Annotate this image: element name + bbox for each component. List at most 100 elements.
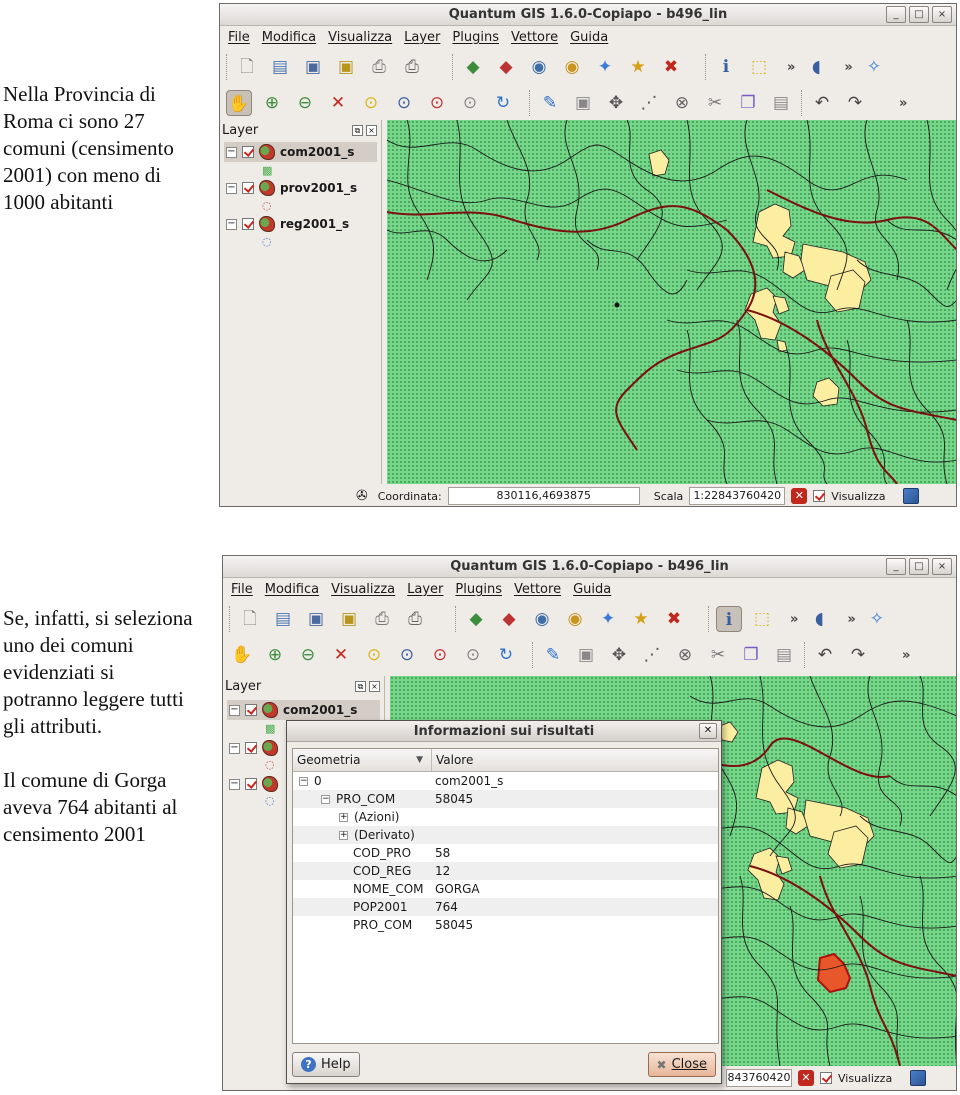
tree-row[interactable]: + (Derivato) [293,826,718,844]
zoom-layer-icon[interactable]: ⊙ [394,642,420,668]
column-header-value[interactable]: Valore [432,749,473,771]
cut-icon[interactable]: ✂ [705,642,731,668]
add-raster-layer-icon[interactable]: ◆ [496,606,522,632]
minimize-button[interactable]: _ [886,558,906,575]
projection-icon[interactable] [903,488,920,504]
zoom-selection-icon[interactable]: ⊙ [358,90,384,116]
zoom-layer-icon[interactable]: ⊙ [391,90,417,116]
tree-row[interactable]: NOME_COM GORGA [293,880,718,898]
add-spatialite-icon[interactable]: ◉ [559,54,585,80]
title-bar[interactable]: Quantum GIS 1.6.0-Copiapo - b496_lin _ □… [220,4,956,26]
collapse-icon[interactable]: − [229,742,240,754]
toolbar-overflow[interactable]: » [899,96,907,111]
menu-visualizza[interactable]: Visualizza [331,582,395,597]
collapse-icon[interactable]: − [229,704,240,716]
node-tool-icon[interactable]: ⋰ [639,642,665,668]
zoom-in-icon[interactable]: ⊕ [262,642,288,668]
tree-row[interactable]: − PRO_COM 58045 [293,790,718,808]
layer-visible-checkbox[interactable] [242,218,254,230]
layer-item-com2001[interactable]: − com2001_s [227,700,380,720]
stop-render-icon[interactable]: ✕ [798,1070,814,1086]
close-panel-icon[interactable]: × [369,680,380,692]
undo-icon[interactable]: ↶ [809,90,835,116]
tree-row[interactable]: COD_REG 12 [293,862,718,880]
menu-plugins[interactable]: Plugins [455,582,502,597]
menu-guida[interactable]: Guida [573,582,611,597]
save-project-icon[interactable]: ▣ [300,54,326,80]
maximize-button[interactable]: □ [909,6,929,23]
toolbar-overflow[interactable]: » [787,60,795,75]
layer-visible-checkbox[interactable] [245,742,257,754]
minimize-button[interactable]: _ [886,6,906,23]
zoom-out-icon[interactable]: ⊖ [295,642,321,668]
new-project-icon[interactable]: 🗋 [237,606,263,632]
layer-visible-checkbox[interactable] [245,778,257,790]
add-wms-icon[interactable]: ✦ [595,606,621,632]
remove-layer-icon[interactable]: ✖ [658,54,684,80]
scale-field[interactable]: 843760420 [726,1069,792,1087]
add-wms-icon[interactable]: ✦ [592,54,618,80]
menu-layer[interactable]: Layer [407,582,443,597]
dialog-title[interactable]: Informazioni sui risultati [287,721,721,742]
close-window-button[interactable]: × [932,6,952,23]
plugin-icon[interactable]: ✧ [864,606,890,632]
open-project-icon[interactable]: ▤ [267,54,293,80]
undock-icon[interactable]: ⧉ [352,124,363,136]
collapse-icon[interactable]: − [226,182,237,194]
expand-icon[interactable]: + [339,812,348,822]
collapse-icon[interactable]: − [299,776,308,786]
coordinate-field[interactable]: 830116,4693875 [447,487,640,505]
identify-features-icon[interactable]: ℹ [716,606,742,632]
refresh-icon[interactable]: ↻ [490,90,516,116]
layer-item-prov2001[interactable]: − [229,738,278,758]
menu-visualizza[interactable]: Visualizza [328,30,392,45]
undo-icon[interactable]: ↶ [812,642,838,668]
paste-icon[interactable]: ▤ [771,642,797,668]
add-vector-layer-icon[interactable]: ◆ [460,54,486,80]
tree-row[interactable]: POP2001 764 [293,898,718,916]
add-vector-layer-icon[interactable]: ◆ [463,606,489,632]
dialog-close-icon[interactable]: ✕ [699,723,717,739]
save-edits-icon[interactable]: ▣ [573,642,599,668]
stop-render-icon[interactable]: ✕ [791,488,808,504]
delete-selected-icon[interactable]: ⊗ [672,642,698,668]
add-postgis-icon[interactable]: ◉ [526,54,552,80]
render-checkbox[interactable] [813,490,826,502]
menu-plugins[interactable]: Plugins [452,30,499,45]
save-as-icon[interactable]: ▣ [333,54,359,80]
add-postgis-icon[interactable]: ◉ [529,606,555,632]
copy-icon[interactable]: ❐ [735,90,761,116]
identify-features-icon[interactable]: ℹ [713,54,739,80]
tree-row[interactable]: PRO_COM 58045 [293,916,718,934]
layer-visible-checkbox[interactable] [242,146,254,158]
column-header-geometry[interactable]: Geometria ▼ [293,749,432,771]
delete-selected-icon[interactable]: ⊗ [669,90,695,116]
layer-item-com2001[interactable]: − com2001_s [224,142,377,162]
print-icon[interactable]: ⎙ [402,606,428,632]
close-button[interactable]: ✖ Close [647,1052,716,1077]
map-canvas[interactable] [387,120,956,484]
tree-row[interactable]: −0 com2001_s [293,772,718,790]
remove-layer-icon[interactable]: ✖ [661,606,687,632]
node-tool-icon[interactable]: ⋰ [636,90,662,116]
collapse-icon[interactable]: − [321,794,330,804]
new-project-icon[interactable]: 🗋 [234,54,260,80]
paste-icon[interactable]: ▤ [768,90,794,116]
add-raster-layer-icon[interactable]: ◆ [493,54,519,80]
menu-file[interactable]: File [228,30,250,45]
menu-guida[interactable]: Guida [570,30,608,45]
zoom-last-icon[interactable]: ⊙ [427,642,453,668]
menu-vettore[interactable]: Vettore [511,30,558,45]
redo-icon[interactable]: ↷ [845,642,871,668]
zoom-full-icon[interactable]: ✕ [325,90,351,116]
layer-item-reg2001[interactable]: − [229,774,278,794]
progress-icon[interactable]: ✇ [356,488,368,504]
undock-icon[interactable]: ⧉ [355,680,366,692]
move-feature-icon[interactable]: ✥ [603,90,629,116]
print-icon[interactable]: ⎙ [399,54,425,80]
zoom-in-icon[interactable]: ⊕ [259,90,285,116]
toggle-edit-icon[interactable]: ✎ [537,90,563,116]
new-vector-layer-icon[interactable]: ★ [628,606,654,632]
layer-visible-checkbox[interactable] [242,182,254,194]
close-window-button[interactable]: × [932,558,952,575]
